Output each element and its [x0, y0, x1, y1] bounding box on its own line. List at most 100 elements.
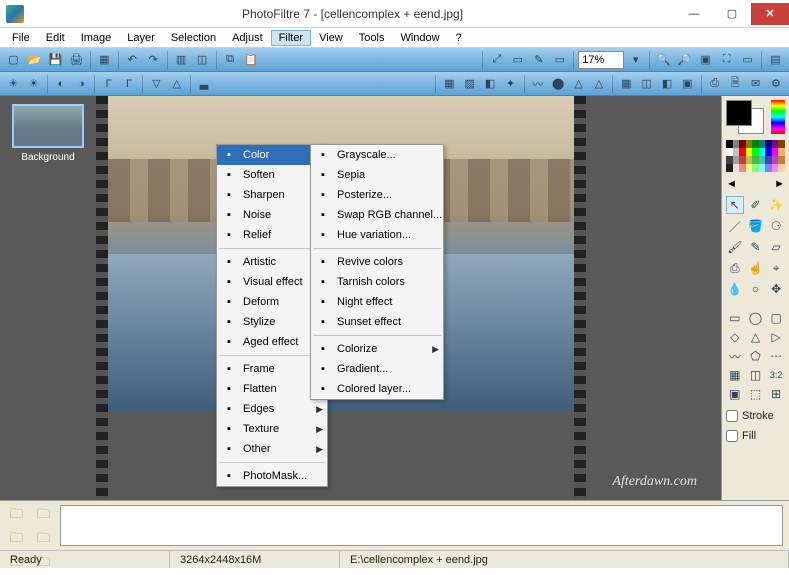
sat-minus-icon[interactable]: ▽: [147, 74, 165, 94]
bright-minus-icon[interactable]: ☀: [4, 74, 22, 94]
menu-filter[interactable]: Filter: [271, 30, 311, 46]
layer-btn-3[interactable]: 🗀: [4, 529, 29, 551]
menu-tools[interactable]: Tools: [351, 30, 393, 46]
text-icon[interactable]: ▭: [550, 50, 569, 70]
palette-next-icon[interactable]: ►: [774, 178, 785, 190]
menu-item-other[interactable]: ▪Other▶: [217, 439, 327, 459]
save-icon[interactable]: 💾: [46, 50, 65, 70]
poly-shape-icon[interactable]: ⬠: [747, 348, 765, 364]
blur-tool[interactable]: 💧: [726, 280, 744, 298]
menu-item-hue-variation-[interactable]: ▪Hue variation...: [311, 225, 443, 245]
soften-icon[interactable]: 〰: [529, 74, 547, 94]
palette-swatch[interactable]: [778, 164, 785, 172]
diamond-shape-icon[interactable]: ◇: [726, 329, 744, 345]
transform-icon[interactable]: ⬚: [747, 386, 765, 402]
menu-item-colored-layer-[interactable]: ▪Colored layer...: [311, 379, 443, 399]
menu-item-gradient-[interactable]: ▪Gradient...: [311, 359, 443, 379]
menu-item-photomask-[interactable]: ▪PhotoMask...: [217, 466, 327, 486]
menu-item-posterize-[interactable]: ▪Posterize...: [311, 185, 443, 205]
menu-image[interactable]: Image: [73, 30, 120, 46]
handles-icon[interactable]: ⊞: [767, 386, 785, 402]
module2-icon[interactable]: 🗎: [726, 74, 744, 94]
smudge-tool[interactable]: ☝: [747, 259, 765, 277]
fill-tool[interactable]: 🪣: [747, 217, 765, 235]
crop-icon[interactable]: ▣: [726, 386, 744, 402]
contrast-minus-icon[interactable]: ◐: [52, 74, 70, 94]
module4-icon[interactable]: ⚙: [767, 74, 785, 94]
roundrect-shape-icon[interactable]: ▢: [767, 310, 785, 326]
copy-icon[interactable]: ⧉: [221, 50, 240, 70]
brush-icon[interactable]: ✎: [529, 50, 548, 70]
pipette-tool[interactable]: ✐: [747, 196, 765, 214]
blur-icon[interactable]: ⬤: [549, 74, 567, 94]
menu-item-grayscale-[interactable]: ▪Grayscale...: [311, 145, 443, 165]
new-icon[interactable]: ▢: [4, 50, 23, 70]
more-shape-icon[interactable]: ⋯: [767, 348, 785, 364]
menu-item-texture[interactable]: ▪Texture▶: [217, 419, 327, 439]
menu-file[interactable]: File: [4, 30, 38, 46]
gradient-tool-icon[interactable]: ◧: [658, 74, 676, 94]
autozoom-icon[interactable]: ▭: [738, 50, 757, 70]
maximize-button[interactable]: ▢: [713, 3, 751, 25]
menu-selection[interactable]: Selection: [163, 30, 224, 46]
palette-swatch[interactable]: [778, 156, 785, 164]
triangle2-shape-icon[interactable]: ▷: [767, 329, 785, 345]
color-swatch[interactable]: [726, 100, 785, 134]
palette-swatch[interactable]: [778, 140, 785, 148]
palette-prev-icon[interactable]: ◄: [726, 178, 737, 190]
dust-icon[interactable]: ✦: [501, 74, 519, 94]
eraser-tool[interactable]: ▱: [767, 238, 785, 256]
triangle-shape-icon[interactable]: △: [747, 329, 765, 345]
zoomin-icon[interactable]: 🔍: [654, 50, 673, 70]
rect-shape-icon[interactable]: ▭: [726, 310, 744, 326]
menu-edit[interactable]: Edit: [38, 30, 73, 46]
layer-btn-2[interactable]: 🗀: [31, 505, 56, 527]
gamma-plus-icon[interactable]: Γ: [120, 74, 138, 94]
menu-item-sepia[interactable]: ▪Sepia: [311, 165, 443, 185]
scanner-icon[interactable]: ▦: [95, 50, 114, 70]
retouch-tool[interactable]: ○: [747, 280, 765, 298]
menu-?[interactable]: ?: [448, 30, 470, 46]
explorer-icon[interactable]: ▤: [766, 50, 785, 70]
grayscale-icon[interactable]: ▦: [440, 74, 458, 94]
menu-item-edges[interactable]: ▪Edges▶: [217, 399, 327, 419]
rgb-icon[interactable]: ▥: [172, 50, 191, 70]
zoom-drop-icon[interactable]: ▾: [626, 50, 645, 70]
redo-icon[interactable]: ↷: [144, 50, 163, 70]
spray-tool[interactable]: ⚆: [767, 217, 785, 235]
grid1-icon[interactable]: ▦: [726, 367, 744, 383]
close-button[interactable]: ✕: [751, 3, 789, 25]
menu-adjust[interactable]: Adjust: [224, 30, 271, 46]
module3-icon[interactable]: ✉: [746, 74, 764, 94]
minimize-button[interactable]: —: [675, 3, 713, 25]
advbrush-tool[interactable]: ✎: [747, 238, 765, 256]
variation-icon[interactable]: ◫: [637, 74, 655, 94]
fit-icon[interactable]: ▣: [696, 50, 715, 70]
color-submenu[interactable]: ▪Grayscale...▪Sepia▪Posterize...▪Swap RG…: [310, 144, 444, 400]
pointer-tool[interactable]: ↖: [726, 196, 744, 214]
color-palette[interactable]: [726, 140, 785, 172]
canvas-icon[interactable]: ▭: [508, 50, 527, 70]
paste-icon[interactable]: 📋: [242, 50, 261, 70]
stroke-checkbox[interactable]: [726, 410, 738, 422]
menu-item-tarnish-colors[interactable]: ▪Tarnish colors: [311, 272, 443, 292]
zoom-input[interactable]: [578, 51, 624, 69]
ellipse-shape-icon[interactable]: ◯: [747, 310, 765, 326]
relief-icon[interactable]: △: [590, 74, 608, 94]
layer-thumbnail[interactable]: [12, 104, 84, 148]
spectrum-icon[interactable]: [771, 100, 785, 134]
layer-btn-1[interactable]: 🗀: [4, 505, 29, 527]
ratio-icon[interactable]: 3:2: [767, 367, 785, 383]
transparency-icon[interactable]: ◫: [193, 50, 212, 70]
open-icon[interactable]: 📂: [25, 50, 44, 70]
brush-tool[interactable]: 🖌: [726, 238, 744, 256]
color-tool-icon[interactable]: ▦: [617, 74, 635, 94]
print-icon[interactable]: 🖨: [67, 50, 86, 70]
wand-tool[interactable]: ✨: [767, 196, 785, 214]
layer-btn-4[interactable]: 🗀: [31, 529, 56, 551]
undo-icon[interactable]: ↶: [123, 50, 142, 70]
gamma-minus-icon[interactable]: Γ: [99, 74, 117, 94]
fill-checkbox[interactable]: [726, 430, 738, 442]
grid2-icon[interactable]: ◫: [747, 367, 765, 383]
foreground-color[interactable]: [726, 100, 752, 126]
